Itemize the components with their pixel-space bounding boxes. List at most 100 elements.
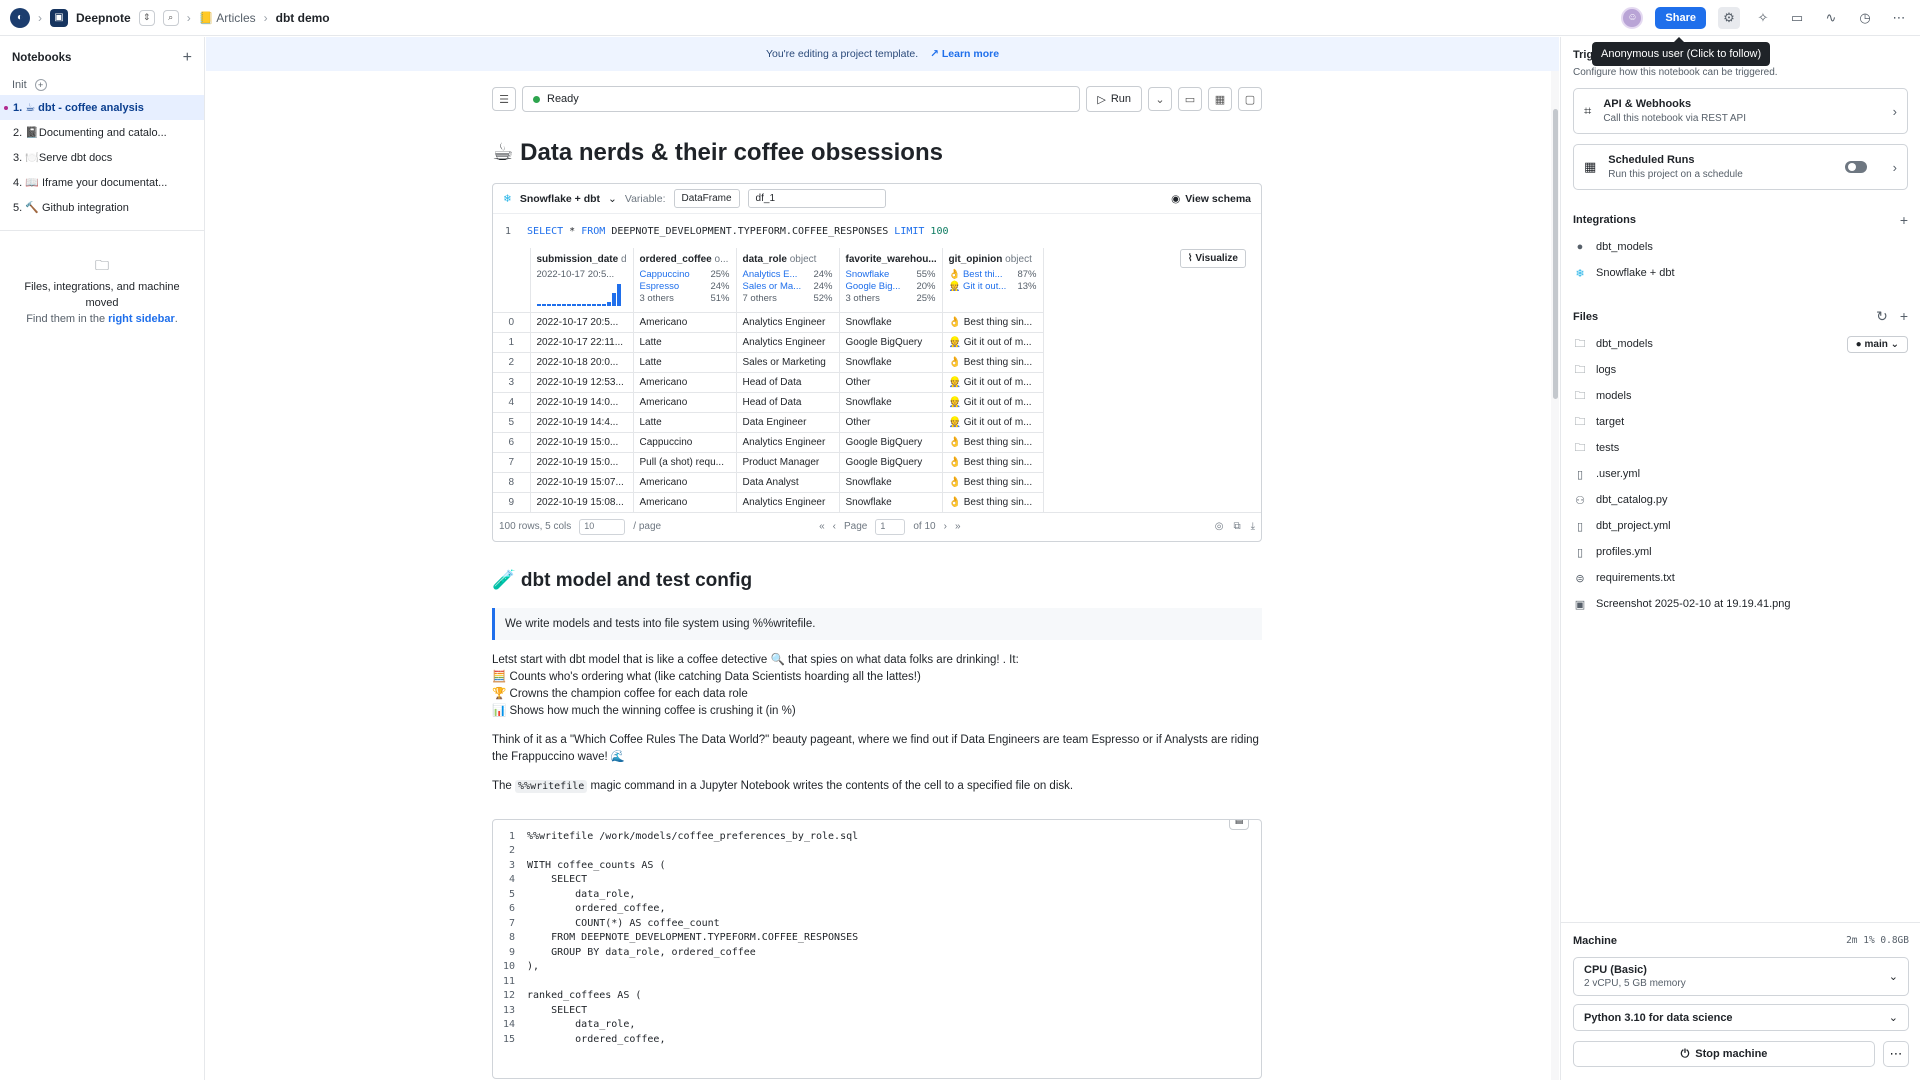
breadcrumb-folder[interactable]: 📒 Articles <box>199 11 256 25</box>
cell-toolbar-icon[interactable]: ▤ <box>1229 819 1249 830</box>
notebook-item[interactable]: 2. 📓Documenting and catalo... <box>0 120 204 145</box>
avatar[interactable]: ☺ <box>1621 6 1644 29</box>
switch-workspace-icon[interactable]: ⇕ <box>138 9 155 26</box>
table-row[interactable]: 5 2022-10-19 14:4... Latte Data Engineer Oth… <box>493 412 1044 433</box>
table-cell[interactable]: Americano <box>633 312 737 333</box>
table-cell[interactable]: 2022-10-19 14:0... <box>530 392 634 413</box>
run-button[interactable]: ▷ Run <box>1086 86 1142 112</box>
right-sidebar-link[interactable]: right sidebar <box>108 313 175 325</box>
code-cell[interactable]: ▤ 1 %%writefile /work/models/coffee_prefe… <box>492 818 1262 1079</box>
scheduled-runs-card[interactable]: ▦ Scheduled Runs Run this project on a s… <box>1573 144 1908 190</box>
table-cell[interactable]: Snowflake <box>839 312 943 333</box>
app-view-icon[interactable]: ▭ <box>1178 87 1202 111</box>
table-cell[interactable]: 👌 Best thing sin... <box>942 432 1044 453</box>
table-cell[interactable]: Google BigQuery <box>839 452 943 473</box>
sparkle-icon[interactable]: ✧ <box>1752 7 1774 29</box>
table-cell[interactable]: Analytics Engineer <box>736 492 840 513</box>
column-header[interactable]: git_opinion object 👌 Best thi... 87% 👷 Git … <box>942 248 1044 313</box>
table-cell[interactable]: 2022-10-19 15:07... <box>530 472 634 493</box>
table-cell[interactable]: Data Analyst <box>736 472 840 493</box>
table-cell[interactable]: Google BigQuery <box>839 432 943 453</box>
table-cell[interactable]: Snowflake <box>839 472 943 493</box>
folder-item[interactable]: 🗀 dbt_models ● main ⌄ <box>1573 331 1908 357</box>
branch-select[interactable]: ● main ⌄ <box>1846 335 1908 353</box>
file-item[interactable]: ▯ profiles.yml <box>1573 539 1908 565</box>
table-cell[interactable]: 👷 Git it out of m... <box>942 372 1044 393</box>
table-cell[interactable]: Latte <box>633 412 737 433</box>
integration-item[interactable]: ❄ Snowflake + dbt <box>1573 260 1908 286</box>
api-webhooks-card[interactable]: ⌗ API & Webhooks Call this notebook via … <box>1573 88 1908 134</box>
table-cell[interactable]: Americano <box>633 372 737 393</box>
variable-name-input[interactable]: df_1 <box>747 189 886 208</box>
file-item[interactable]: ⚇ dbt_catalog.py <box>1573 487 1908 513</box>
page-input[interactable]: 1 <box>875 518 906 535</box>
column-header[interactable]: submission_date d 2022-10-17 20:5... <box>530 248 634 313</box>
table-cell[interactable]: 2022-10-19 14:4... <box>530 412 634 433</box>
table-cell[interactable]: Pull (a shot) requ... <box>633 452 737 473</box>
present-icon[interactable]: ▢ <box>1238 87 1262 111</box>
workspace-name[interactable]: Deepnote <box>76 11 131 25</box>
search-icon[interactable]: ⌕ <box>162 9 179 26</box>
gear-icon[interactable]: ⚙ <box>1718 6 1740 29</box>
table-cell[interactable]: 2022-10-18 20:0... <box>530 352 634 373</box>
scrollbar-thumb[interactable] <box>1553 109 1558 399</box>
last-page-icon[interactable]: » <box>955 521 961 532</box>
history-icon[interactable]: ◷ <box>1854 7 1876 29</box>
page-size-select[interactable]: 10 <box>579 518 626 535</box>
table-cell[interactable]: Analytics Engineer <box>736 312 840 333</box>
table-cell[interactable]: Americano <box>633 392 737 413</box>
table-cell[interactable]: Other <box>839 372 943 393</box>
more-icon[interactable]: ⋯ <box>1888 7 1910 29</box>
table-cell[interactable]: 👷 Git it out of m... <box>942 392 1044 413</box>
first-page-icon[interactable]: « <box>819 521 825 532</box>
prev-page-icon[interactable]: ‹ <box>833 521 836 532</box>
folder-item[interactable]: 🗀 logs <box>1573 357 1908 383</box>
view-schema-button[interactable]: ◉ View schema <box>1171 193 1251 205</box>
table-cell[interactable]: Analytics Engineer <box>736 432 840 453</box>
table-cell[interactable]: Latte <box>633 332 737 353</box>
table-cell[interactable]: 👌 Best thing sin... <box>942 492 1044 513</box>
file-item[interactable]: ⊜ requirements.txt <box>1573 565 1908 591</box>
table-cell[interactable]: Snowflake <box>839 392 943 413</box>
share-button[interactable]: Share <box>1655 6 1706 29</box>
run-options-chevron-icon[interactable]: ⌄ <box>1148 87 1172 111</box>
table-row[interactable]: 0 2022-10-17 20:5... Americano Analytics En… <box>493 312 1044 333</box>
visualize-button[interactable]: ⌇ Visualize <box>1179 249 1246 268</box>
table-cell[interactable]: 👷 Git it out of m... <box>942 332 1044 353</box>
table-row[interactable]: 3 2022-10-19 12:53... Americano Head of Dat… <box>493 372 1044 393</box>
table-cell[interactable]: Analytics Engineer <box>736 332 840 353</box>
table-cell[interactable]: Latte <box>633 352 737 373</box>
integration-item[interactable]: ● dbt_models <box>1573 234 1908 260</box>
folder-item[interactable]: 🗀 models <box>1573 383 1908 409</box>
workspace-icon[interactable]: ▣ <box>50 8 68 27</box>
add-notebook-icon[interactable]: + <box>183 49 192 67</box>
table-cell[interactable]: Head of Data <box>736 372 840 393</box>
table-row[interactable]: 1 2022-10-17 22:11... Latte Analytics Engin… <box>493 332 1044 353</box>
table-cell[interactable]: Head of Data <box>736 392 840 413</box>
comment-icon[interactable]: ▭ <box>1786 7 1808 29</box>
activity-icon[interactable]: ∿ <box>1820 7 1842 29</box>
folder-item[interactable]: 🗀 target <box>1573 409 1908 435</box>
table-cell[interactable]: Product Manager <box>736 452 840 473</box>
notebook-item[interactable]: 3. 🍽️Serve dbt docs <box>0 145 204 170</box>
refresh-icon[interactable]: ↻ <box>1876 308 1888 325</box>
notebook-item[interactable]: 1. ☕ dbt - coffee analysis <box>0 95 204 120</box>
more-icon[interactable]: ⋯ <box>1883 1041 1909 1067</box>
add-init-icon[interactable]: + <box>34 79 47 91</box>
table-cell[interactable]: 2022-10-17 22:11... <box>530 332 634 353</box>
download-icon[interactable]: ⤓ <box>1251 521 1255 532</box>
sql-editor[interactable]: 1 SELECT * FROM DEEPNOTE_DEVELOPMENT.TYP… <box>493 214 1261 248</box>
machine-type-select[interactable]: CPU (Basic) 2 vCPU, 5 GB memory ⌄ <box>1573 957 1909 996</box>
variable-type-select[interactable]: DataFrame <box>673 189 740 208</box>
folder-item[interactable]: 🗀 tests <box>1573 435 1908 461</box>
schedule-toggle[interactable] <box>1844 161 1867 173</box>
table-cell[interactable]: Snowflake <box>839 492 943 513</box>
add-file-icon[interactable]: + <box>1900 308 1908 325</box>
table-row[interactable]: 8 2022-10-19 15:07... Americano Data Analys… <box>493 472 1044 493</box>
table-row[interactable]: 4 2022-10-19 14:0... Americano Head of Data… <box>493 392 1044 413</box>
calendar-icon[interactable]: ▦ <box>1208 87 1232 111</box>
column-header[interactable]: ordered_coffee o... Cappuccino 25% Espresso… <box>633 248 737 313</box>
table-cell[interactable]: Other <box>839 412 943 433</box>
table-cell[interactable]: 2022-10-19 15:08... <box>530 492 634 513</box>
table-row[interactable]: 7 2022-10-19 15:0... Pull (a shot) requ...… <box>493 452 1044 473</box>
